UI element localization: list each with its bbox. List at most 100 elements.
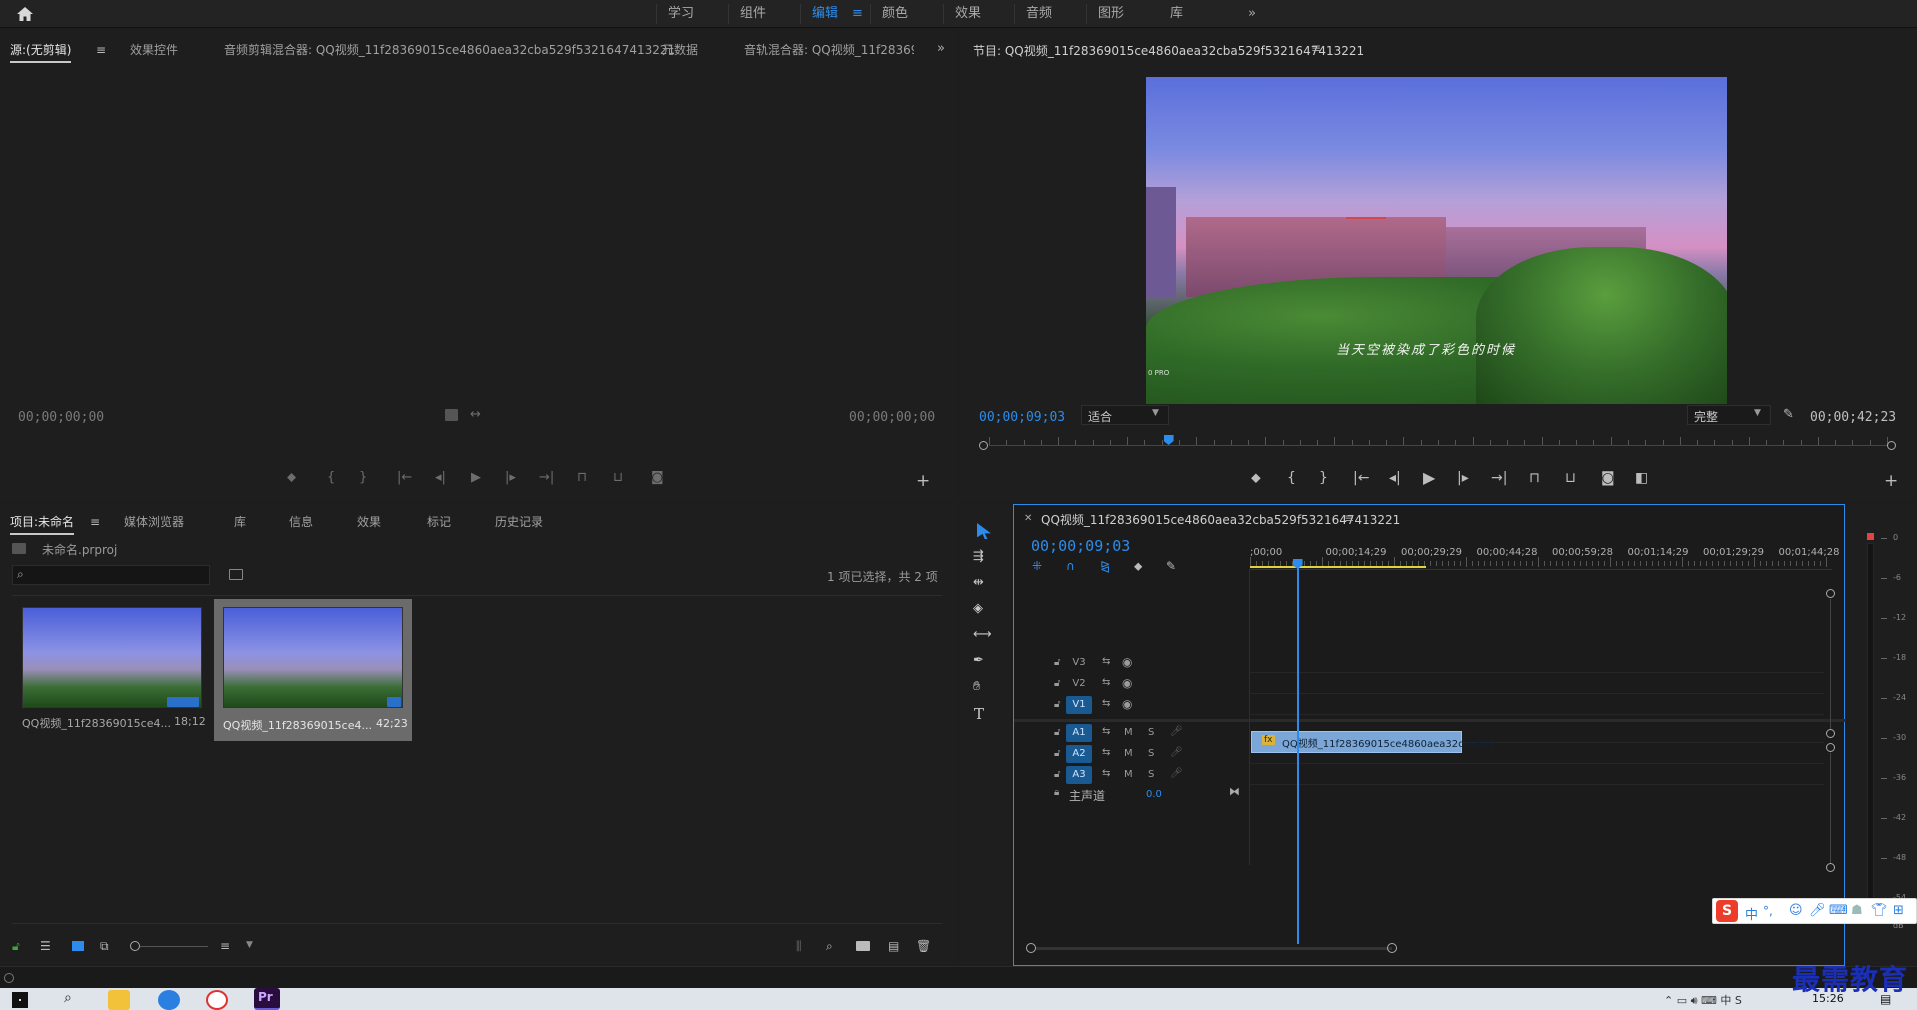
source-tab-menu-icon[interactable]: ≡ bbox=[96, 43, 106, 57]
project-item[interactable]: QQ视频_11f28369015ce4... 18;12 bbox=[14, 599, 208, 739]
workspace-tab-7[interactable]: 库 bbox=[1170, 3, 1183, 25]
system-tray-icon[interactable]: ⌃ ▭ 🔊︎ ⌨ 中 S bbox=[1664, 992, 1742, 1008]
file-explorer-icon[interactable] bbox=[108, 990, 130, 1010]
slip-tool-icon[interactable]: ⟷ bbox=[973, 627, 992, 642]
workspace-tab-0[interactable]: 学习 bbox=[668, 3, 694, 25]
quality-dropdown[interactable]: 完整 ▼ bbox=[1687, 405, 1771, 425]
sync-lock-icon[interactable]: ⇆ bbox=[1102, 656, 1110, 667]
windows-start-icon[interactable] bbox=[12, 992, 28, 1008]
eye-icon[interactable]: ◉ bbox=[1122, 655, 1132, 669]
work-area-bar[interactable] bbox=[1250, 566, 1426, 568]
source-add-button[interactable]: + bbox=[916, 471, 930, 491]
type-tool-icon[interactable]: T bbox=[974, 705, 984, 723]
project-tab-0[interactable]: 项目:未命名 bbox=[10, 509, 75, 535]
emoji-icon[interactable]: ☺ bbox=[1789, 903, 1803, 918]
vertical-scroll-handle[interactable] bbox=[1826, 729, 1835, 738]
track-select-tool-icon[interactable]: ⇶ bbox=[973, 549, 984, 564]
timeline-settings-icon[interactable]: ✎ bbox=[1166, 559, 1176, 573]
track-target-a2[interactable]: A2 bbox=[1066, 745, 1092, 763]
source-tab-3[interactable]: 元数据 bbox=[662, 37, 698, 63]
lock-icon[interactable]: 🔓︎ bbox=[1054, 727, 1060, 738]
scrub-start-handle[interactable] bbox=[979, 441, 988, 450]
master-volume-value[interactable]: 0.0 bbox=[1146, 789, 1162, 800]
source-tab-1[interactable]: 效果控件 bbox=[130, 37, 178, 63]
ime-toolbar[interactable]: S 中 °, ☺ 🎤︎ ⌨ ☗ 👕︎ ⊞ bbox=[1712, 898, 1917, 924]
workspace-tab-1[interactable]: 组件 bbox=[740, 3, 766, 25]
trash-icon[interactable]: 🗑︎ bbox=[916, 939, 931, 953]
project-tab-5[interactable]: 标记 bbox=[427, 509, 451, 535]
project-search[interactable]: ⌕ bbox=[12, 565, 210, 585]
ime-mode-chinese[interactable]: 中 bbox=[1745, 904, 1758, 923]
source-tab-0[interactable]: 源:(无剪辑) bbox=[10, 37, 72, 63]
marker-icon[interactable]: ⬥ bbox=[1251, 470, 1261, 486]
step-forward-icon[interactable]: |▸ bbox=[1457, 470, 1469, 486]
mute-button[interactable]: M bbox=[1124, 748, 1133, 759]
sync-lock-icon[interactable]: ⇆ bbox=[1102, 768, 1110, 779]
find-icon[interactable]: ⌕ bbox=[826, 939, 833, 954]
automate-icon[interactable]: ⫼ bbox=[796, 939, 802, 954]
nest-icon[interactable]: ⁜ bbox=[1032, 559, 1042, 573]
ripple-edit-tool-icon[interactable]: ⇹ bbox=[973, 575, 984, 590]
source-settings-icon[interactable] bbox=[445, 409, 458, 421]
zoom-slider-handle[interactable] bbox=[130, 941, 140, 951]
vertical-scroll-track[interactable] bbox=[1830, 599, 1831, 729]
step-back-icon[interactable]: ◂| bbox=[435, 470, 446, 485]
project-tab-3[interactable]: 信息 bbox=[289, 509, 313, 535]
workspace-tab-3[interactable]: 颜色 bbox=[882, 3, 908, 25]
solo-button[interactable]: S bbox=[1148, 769, 1154, 780]
sync-lock-icon[interactable]: ⇆ bbox=[1102, 747, 1110, 758]
timeline-playhead[interactable] bbox=[1296, 564, 1299, 944]
clock-app-icon[interactable] bbox=[206, 990, 228, 1010]
workspace-overflow[interactable]: » bbox=[1248, 3, 1256, 25]
program-menu-icon[interactable]: ≡ bbox=[1311, 41, 1321, 55]
source-tab-4[interactable]: 音轨混合器: QQ视频_11f28369 bbox=[744, 37, 914, 63]
toolbox-icon[interactable]: ⊞ bbox=[1893, 903, 1904, 918]
premiere-icon[interactable]: Pr bbox=[254, 988, 280, 1010]
track-target-v3[interactable]: V3 bbox=[1066, 654, 1092, 672]
vertical-scroll-handle[interactable] bbox=[1826, 589, 1835, 598]
go-to-in-icon[interactable]: |← bbox=[1353, 470, 1369, 486]
compare-icon[interactable]: ◧ bbox=[1635, 470, 1648, 486]
eye-icon[interactable]: ◉ bbox=[1122, 697, 1132, 711]
search-input[interactable] bbox=[33, 567, 203, 583]
search-icon[interactable]: ⌕ bbox=[64, 990, 72, 1006]
home-icon[interactable] bbox=[14, 4, 36, 24]
scrub-end-handle[interactable] bbox=[1887, 441, 1896, 450]
source-tab-2[interactable]: 音频剪辑混合器: QQ视频_11f28369015ce4860aea32cba5… bbox=[224, 37, 675, 63]
horizontal-scroll-start[interactable] bbox=[1026, 943, 1036, 953]
mute-button[interactable]: M bbox=[1124, 727, 1133, 738]
timeline-menu-icon[interactable]: ≡ bbox=[1344, 511, 1354, 525]
new-bin-icon[interactable] bbox=[856, 941, 870, 951]
overwrite-icon[interactable]: ⊔ bbox=[613, 470, 623, 485]
edge-icon[interactable] bbox=[158, 990, 180, 1010]
close-icon[interactable]: ✕ bbox=[1024, 513, 1032, 524]
new-item-icon[interactable]: ▤ bbox=[888, 939, 899, 953]
find-icon[interactable] bbox=[229, 569, 243, 580]
track-target-a3[interactable]: A3 bbox=[1066, 766, 1092, 784]
lock-icon[interactable]: 🔓︎ bbox=[1054, 769, 1060, 780]
sort-icon[interactable]: ≡ bbox=[220, 939, 230, 953]
workspace-tab-2[interactable]: 编辑 bbox=[812, 3, 838, 25]
solo-button[interactable]: S bbox=[1148, 727, 1154, 738]
razor-tool-icon[interactable]: ◈ bbox=[973, 601, 983, 616]
go-to-in-icon[interactable]: |← bbox=[397, 470, 412, 485]
insert-icon[interactable]: ⊓ bbox=[577, 470, 587, 485]
lock-icon[interactable]: 🔒︎ bbox=[1054, 787, 1059, 798]
wrench-icon[interactable]: ✎ bbox=[1783, 407, 1794, 422]
workspace-tab-5[interactable]: 音频 bbox=[1026, 3, 1052, 25]
project-item-selected[interactable]: QQ视频_11f28369015ce4... 42;23 bbox=[214, 599, 412, 741]
mark-in-icon[interactable]: { bbox=[327, 470, 335, 485]
track-target-a1[interactable]: A1 bbox=[1066, 724, 1092, 742]
selection-tool-icon[interactable] bbox=[977, 523, 991, 539]
camera-icon[interactable]: ◙ bbox=[651, 470, 664, 485]
mark-out-icon[interactable]: } bbox=[359, 470, 367, 485]
project-tab-1[interactable]: 媒体浏览器 bbox=[124, 509, 184, 535]
step-forward-icon[interactable]: |▸ bbox=[505, 470, 516, 485]
microphone-icon[interactable]: 🎤︎ bbox=[1170, 747, 1183, 758]
icon-view-icon[interactable] bbox=[72, 941, 84, 951]
play-icon[interactable]: ▶ bbox=[471, 470, 481, 485]
master-go-icon[interactable]: ⧓ bbox=[1229, 785, 1240, 798]
time-ruler[interactable]: ;00;00 00;00;14;29 00;00;29;29 00;00;44;28 0… bbox=[1250, 537, 1840, 567]
lock-icon[interactable]: 🔓︎ bbox=[1054, 657, 1060, 668]
snap-icon[interactable]: ∩ bbox=[1066, 559, 1075, 573]
